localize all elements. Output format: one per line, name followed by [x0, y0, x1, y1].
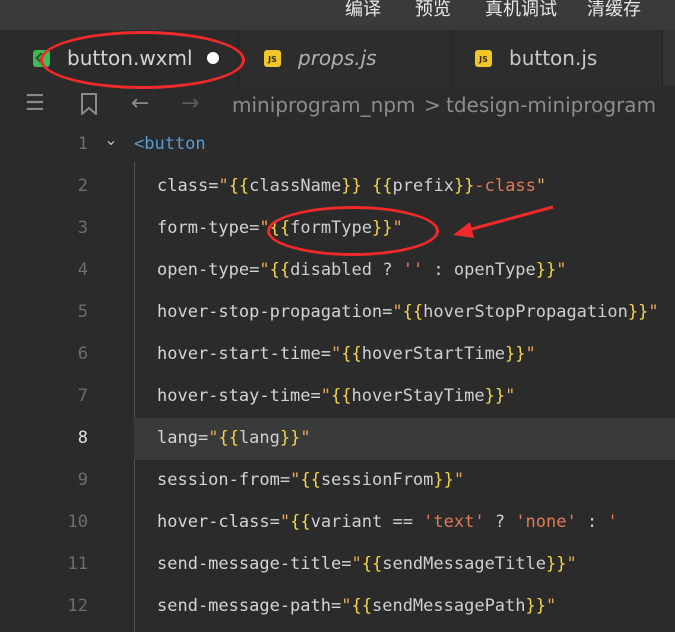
annotation-arrow-icon — [453, 205, 554, 238]
